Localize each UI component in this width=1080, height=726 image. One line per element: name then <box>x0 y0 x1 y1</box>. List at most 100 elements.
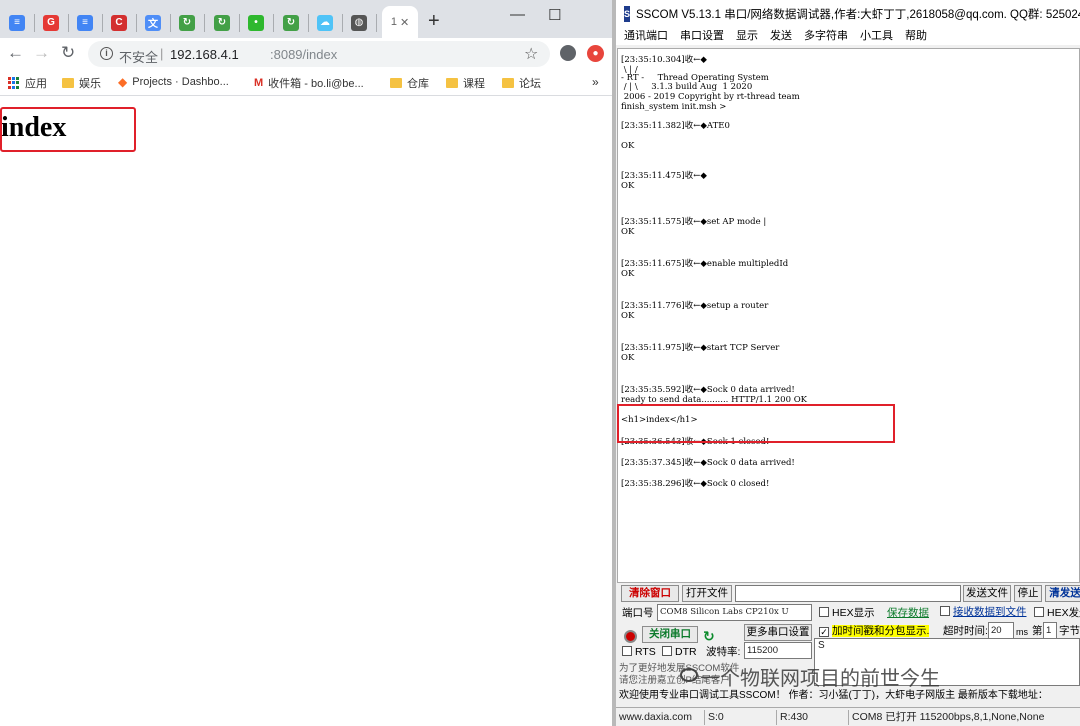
status-site[interactable]: www.daxia.com <box>616 710 692 725</box>
menu-item[interactable]: 显示 <box>736 27 758 45</box>
hex-display-checkbox[interactable]: HEX显示 <box>819 606 875 620</box>
security-label: 不安全 <box>119 50 159 65</box>
app-logo-icon: S <box>624 5 631 22</box>
forward-icon[interactable]: → <box>33 43 50 63</box>
browser-tab[interactable]: ↻ <box>170 7 204 38</box>
timeout-unit: ms <box>1016 627 1028 637</box>
profile-avatar[interactable] <box>560 45 576 61</box>
menu-item[interactable]: 串口设置 <box>680 27 724 45</box>
baud-select[interactable]: 115200 <box>744 642 812 659</box>
browser-tab[interactable]: G <box>34 7 68 38</box>
menu-item[interactable]: 帮助 <box>905 27 927 45</box>
menu-item[interactable]: 多字符串 <box>804 27 848 45</box>
browser-tab[interactable]: ≡ <box>68 7 102 38</box>
log-line: [23:35:11.575]收←◆set AP mode | <box>621 217 767 227</box>
browser-tab[interactable]: 文 <box>136 7 170 38</box>
send-file-button[interactable]: 发送文件 <box>963 585 1011 602</box>
browser-tab[interactable]: ☁ <box>308 7 342 38</box>
rts-checkbox[interactable]: RTS <box>622 645 656 659</box>
bookmark-item[interactable]: M 收件箱 - bo.li@be... <box>254 75 364 91</box>
file-path-input[interactable] <box>735 585 961 602</box>
url-host: 192.168.4.1 <box>170 47 239 62</box>
browser-tab[interactable]: ↻ <box>274 7 308 38</box>
timeout-input[interactable]: 20 <box>988 622 1014 639</box>
log-line: [23:35:38.296]收←◆Sock 0 closed! <box>621 479 770 489</box>
port-select[interactable]: COM8 Silicon Labs CP210x U <box>657 604 812 621</box>
bookmark-label: 论坛 <box>519 78 541 90</box>
address-bar[interactable]: i 不安全 | 192.168.4.1 :8089/index ☆ <box>88 41 550 67</box>
info-icon[interactable]: i <box>100 47 113 60</box>
port-value: COM8 Silicon Labs CP210x U <box>660 607 789 617</box>
g-icon: G <box>43 14 59 31</box>
title-bar: S SSCOM V5.13.1 串口/网络数据调试器,作者:大虾丁丁,26180… <box>616 0 1080 27</box>
receive-area[interactable]: [23:35:10.304]收←◆ \ | / - RT - Thread Ope… <box>617 48 1080 583</box>
reload-icon[interactable]: ↻ <box>61 43 75 63</box>
app-title: SSCOM V5.13.1 串口/网络数据调试器,作者:大虾丁丁,2618058… <box>636 8 1080 21</box>
page-content <box>0 97 612 726</box>
refresh-icon[interactable]: ↻ <box>703 628 715 645</box>
clear-send-button[interactable]: 清发送 <box>1045 585 1080 602</box>
bookmark-star-icon[interactable]: ☆ <box>524 44 538 64</box>
highlight-box <box>617 404 895 443</box>
maximize-button[interactable]: ☐ <box>548 6 561 24</box>
tab-separator <box>376 14 377 32</box>
minimize-button[interactable]: — <box>510 6 525 23</box>
log-line: OK <box>621 227 635 237</box>
refresh-green-icon: ↻ <box>283 14 299 31</box>
stop-button[interactable]: 停止 <box>1014 585 1042 602</box>
apps-icon <box>8 77 20 89</box>
docs-icon: ≡ <box>9 14 25 31</box>
log-line: finish_system init.msh > <box>621 102 727 112</box>
frame-input[interactable]: 1 <box>1043 622 1057 639</box>
timestamp-checkbox[interactable]: ✓ 加时间戳和分包显示. <box>819 624 930 638</box>
bookmark-item[interactable]: ◆ Projects · Dashbo... <box>118 75 229 89</box>
close-tab-icon[interactable]: ✕ <box>400 16 409 29</box>
recv-to-file-checkbox[interactable]: 接收数据到文件 <box>940 605 1027 619</box>
log-line: OK <box>621 141 635 151</box>
log-line: [23:35:11.382]收←◆ATE0 <box>621 121 730 131</box>
open-file-button[interactable]: 打开文件 <box>682 585 732 602</box>
extension-icon[interactable]: ● <box>587 45 604 62</box>
more-settings-button[interactable]: 更多串口设置 <box>744 624 812 641</box>
gitlab-icon: ◆ <box>118 75 128 89</box>
welcome-text: 欢迎使用专业串口调试工具SSCOM！ 作者：习小猛(丁丁)，大虾电子网版主 最新… <box>619 690 1048 701</box>
save-data-button[interactable]: 保存数据 <box>887 606 929 620</box>
status-received: R:430 <box>776 710 848 725</box>
new-tab-button[interactable]: + <box>428 10 440 33</box>
browser-tab[interactable]: ≡ <box>0 7 34 38</box>
status-sent: S:0 <box>704 710 776 725</box>
bookmark-item[interactable]: 课程 <box>446 75 485 91</box>
back-icon[interactable]: ← <box>7 43 24 63</box>
wechat-watermark-icon <box>680 668 698 682</box>
active-tab[interactable]: 1 ✕ <box>382 6 418 38</box>
bookmark-item[interactable]: 应用 <box>8 75 47 91</box>
tab-title: 1 <box>390 16 397 28</box>
refresh-green-icon: ↻ <box>214 14 230 31</box>
menu-item[interactable]: 发送 <box>770 27 792 45</box>
menu-item[interactable]: 通讯端口 <box>624 27 668 45</box>
docs-icon: ≡ <box>77 14 93 31</box>
dtr-checkbox[interactable]: DTR <box>662 645 697 659</box>
browser-tab[interactable]: • <box>239 7 273 38</box>
browser-tab[interactable]: ◍ <box>342 7 376 38</box>
log-line: OK <box>621 353 635 363</box>
bookmark-item[interactable]: 论坛 <box>502 75 541 91</box>
menu-item[interactable]: 小工具 <box>860 27 893 45</box>
log-line: [23:35:11.675]收←◆enable multipledId <box>621 259 789 269</box>
clear-window-button[interactable]: 清除窗口 <box>621 585 679 602</box>
browser-tab[interactable]: C <box>102 7 136 38</box>
byte-label: 字节 <box>1059 625 1080 637</box>
bookmark-item[interactable]: 仓库 <box>390 75 429 91</box>
tab-strip: ≡ G ≡ C 文 ↻ ↻ • ↻ ☁ ◍ 1 ✕ + — ☐ <box>0 0 612 38</box>
browser-tab[interactable]: ↻ <box>205 7 239 38</box>
bookmark-label: 收件箱 - bo.li@be... <box>268 78 364 90</box>
folder-icon <box>502 78 514 88</box>
gmail-icon: M <box>254 77 264 89</box>
hex-send-checkbox[interactable]: HEX发送 <box>1034 606 1080 620</box>
bookmark-item[interactable]: 娱乐 <box>62 75 101 91</box>
log-line: [23:35:11.776]收←◆setup a router <box>621 301 769 311</box>
port-status-icon <box>624 630 637 643</box>
close-port-button[interactable]: 关闭串口 <box>642 626 698 643</box>
bookmarks-overflow-icon[interactable]: » <box>592 75 599 89</box>
log-line: OK <box>621 311 635 321</box>
